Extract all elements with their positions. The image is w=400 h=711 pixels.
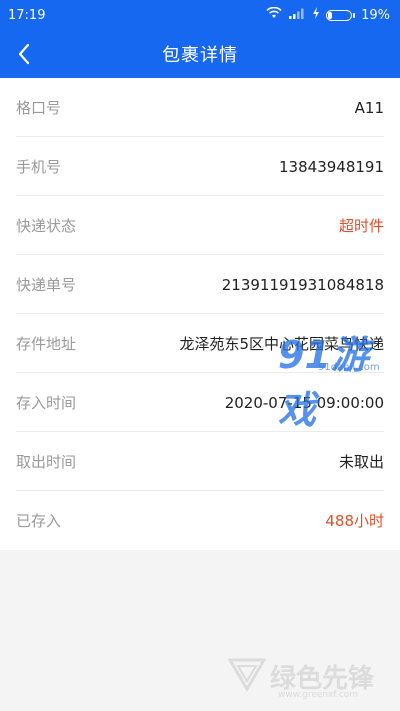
back-button[interactable] xyxy=(6,36,42,72)
bottom-watermark-logo: 绿色先锋 xyxy=(270,664,375,694)
pickup-time-value: 未取出 xyxy=(338,453,384,471)
page-title: 包裹详情 xyxy=(162,45,238,66)
stored-time-label: 存入时间 xyxy=(16,394,77,412)
detail-row-pickup-time: 取出时间 未取出 xyxy=(0,432,400,491)
bottom-watermark: 绿色先锋 www.greenxf.com xyxy=(228,652,398,702)
charging-icon xyxy=(312,7,320,23)
status-label: 快递状态 xyxy=(16,217,77,235)
address-label: 存件地址 xyxy=(16,335,77,353)
package-detail-list: 格口号 A11 手机号 13843948191 快递状态 超时件 快递单号 21… xyxy=(0,78,400,550)
bottom-watermark-url: www.greenxf.com xyxy=(278,690,359,700)
phone-label: 手机号 xyxy=(16,158,62,176)
duration-value: 488小时 xyxy=(325,512,384,530)
locker-label: 格口号 xyxy=(16,99,62,117)
tracking-value: 21391191931084818 xyxy=(221,275,384,294)
triangle-logo-icon xyxy=(228,658,266,692)
pickup-time-label: 取出时间 xyxy=(16,453,77,471)
locker-value: A11 xyxy=(354,98,384,117)
detail-row-address: 存件地址 龙泽苑东5区中心花园菜鸟快递 xyxy=(0,314,400,373)
wifi-icon xyxy=(266,6,282,23)
status-value: 超时件 xyxy=(338,217,384,235)
duration-label: 已存入 xyxy=(16,512,62,530)
status-bar: 17:19 19% xyxy=(0,0,400,30)
tracking-label: 快递单号 xyxy=(16,276,77,294)
detail-row-duration: 已存入 488小时 xyxy=(0,491,400,550)
screen: 17:19 19% 包裹详情 格口号 A11 手机号 13843948191 快… xyxy=(0,0,400,711)
phone-value: 13843948191 xyxy=(279,157,384,176)
address-value: 龙泽苑东5区中心花园菜鸟快递 xyxy=(179,335,384,353)
app-header: 包裹详情 xyxy=(0,30,400,78)
detail-row-stored-time: 存入时间 2020-07-15 09:00:00 xyxy=(0,373,400,432)
chevron-left-icon xyxy=(18,43,30,65)
signal-icon xyxy=(288,7,306,23)
detail-row-phone: 手机号 13843948191 xyxy=(0,137,400,196)
detail-row-tracking: 快递单号 21391191931084818 xyxy=(0,255,400,314)
status-time: 17:19 xyxy=(8,7,46,23)
detail-row-locker: 格口号 A11 xyxy=(0,78,400,137)
battery-icon xyxy=(326,9,356,21)
stored-time-value: 2020-07-15 09:00:00 xyxy=(224,393,384,412)
status-icons: 19% xyxy=(266,6,390,23)
battery-percent: 19% xyxy=(361,7,390,23)
detail-row-status: 快递状态 超时件 xyxy=(0,196,400,255)
